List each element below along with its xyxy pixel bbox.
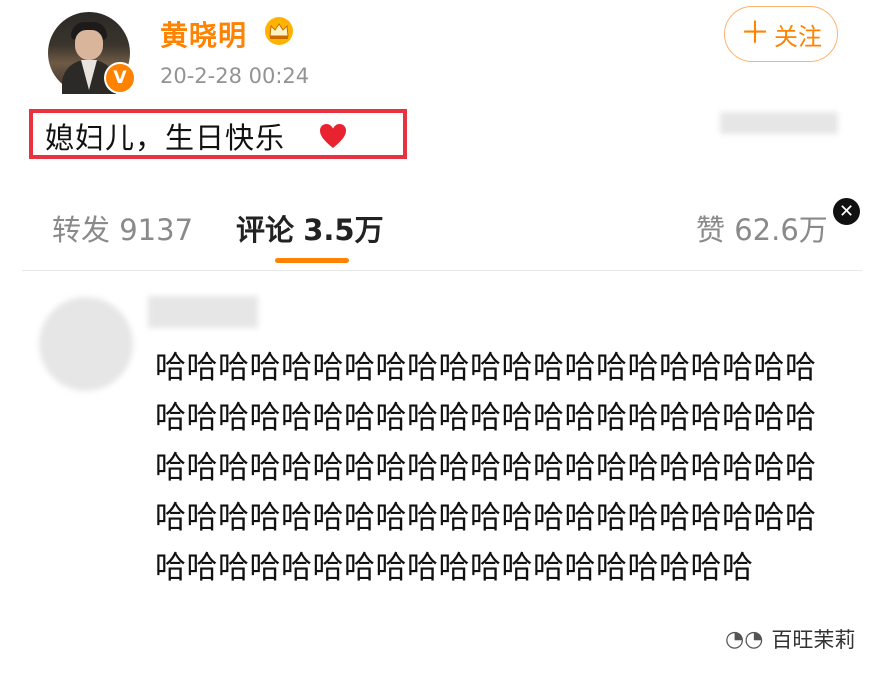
like-button[interactable]: 赞 62.6万 [696, 207, 828, 249]
tab-comment[interactable]: 评论 3.5万 [236, 207, 384, 249]
repost-count: 9137 [119, 213, 194, 247]
tab-repost[interactable]: 转发 9137 [52, 207, 193, 249]
repost-label: 转发 [52, 213, 111, 247]
blurred-source-info [720, 112, 838, 134]
verified-badge-icon: V [104, 62, 136, 94]
commenter-avatar[interactable] [39, 297, 133, 391]
comment-label: 评论 [236, 213, 295, 247]
heart-icon [320, 124, 346, 148]
follow-button[interactable]: ＋ 关注 [724, 6, 838, 62]
post-timestamp: 20-2-28 00:24 [160, 64, 310, 88]
wechat-icon: ◔◔ [725, 626, 764, 652]
commenter-name[interactable] [148, 296, 258, 328]
plus-icon: ＋ [740, 16, 770, 51]
author-name[interactable]: 黄晓明 [160, 14, 247, 54]
comment-text: 哈哈哈哈哈哈哈哈哈哈哈哈哈哈哈哈哈哈哈哈哈哈哈哈哈哈哈哈哈哈哈哈哈哈哈哈哈哈哈哈… [155, 350, 817, 586]
follow-label: 关注 [774, 22, 822, 51]
active-tab-indicator [275, 258, 349, 263]
like-label: 赞 [696, 213, 726, 247]
watermark: ◔◔ 百旺茉莉 [725, 624, 855, 654]
like-count: 62.6万 [734, 213, 828, 247]
divider [22, 270, 862, 271]
close-icon[interactable]: ✕ [833, 198, 860, 225]
post-text: 媳妇儿，生日快乐 [45, 121, 286, 155]
watermark-text: 百旺茉莉 [771, 628, 856, 652]
comment-count: 3.5万 [303, 213, 384, 247]
avatar-face [75, 30, 103, 60]
crown-icon [265, 17, 293, 45]
